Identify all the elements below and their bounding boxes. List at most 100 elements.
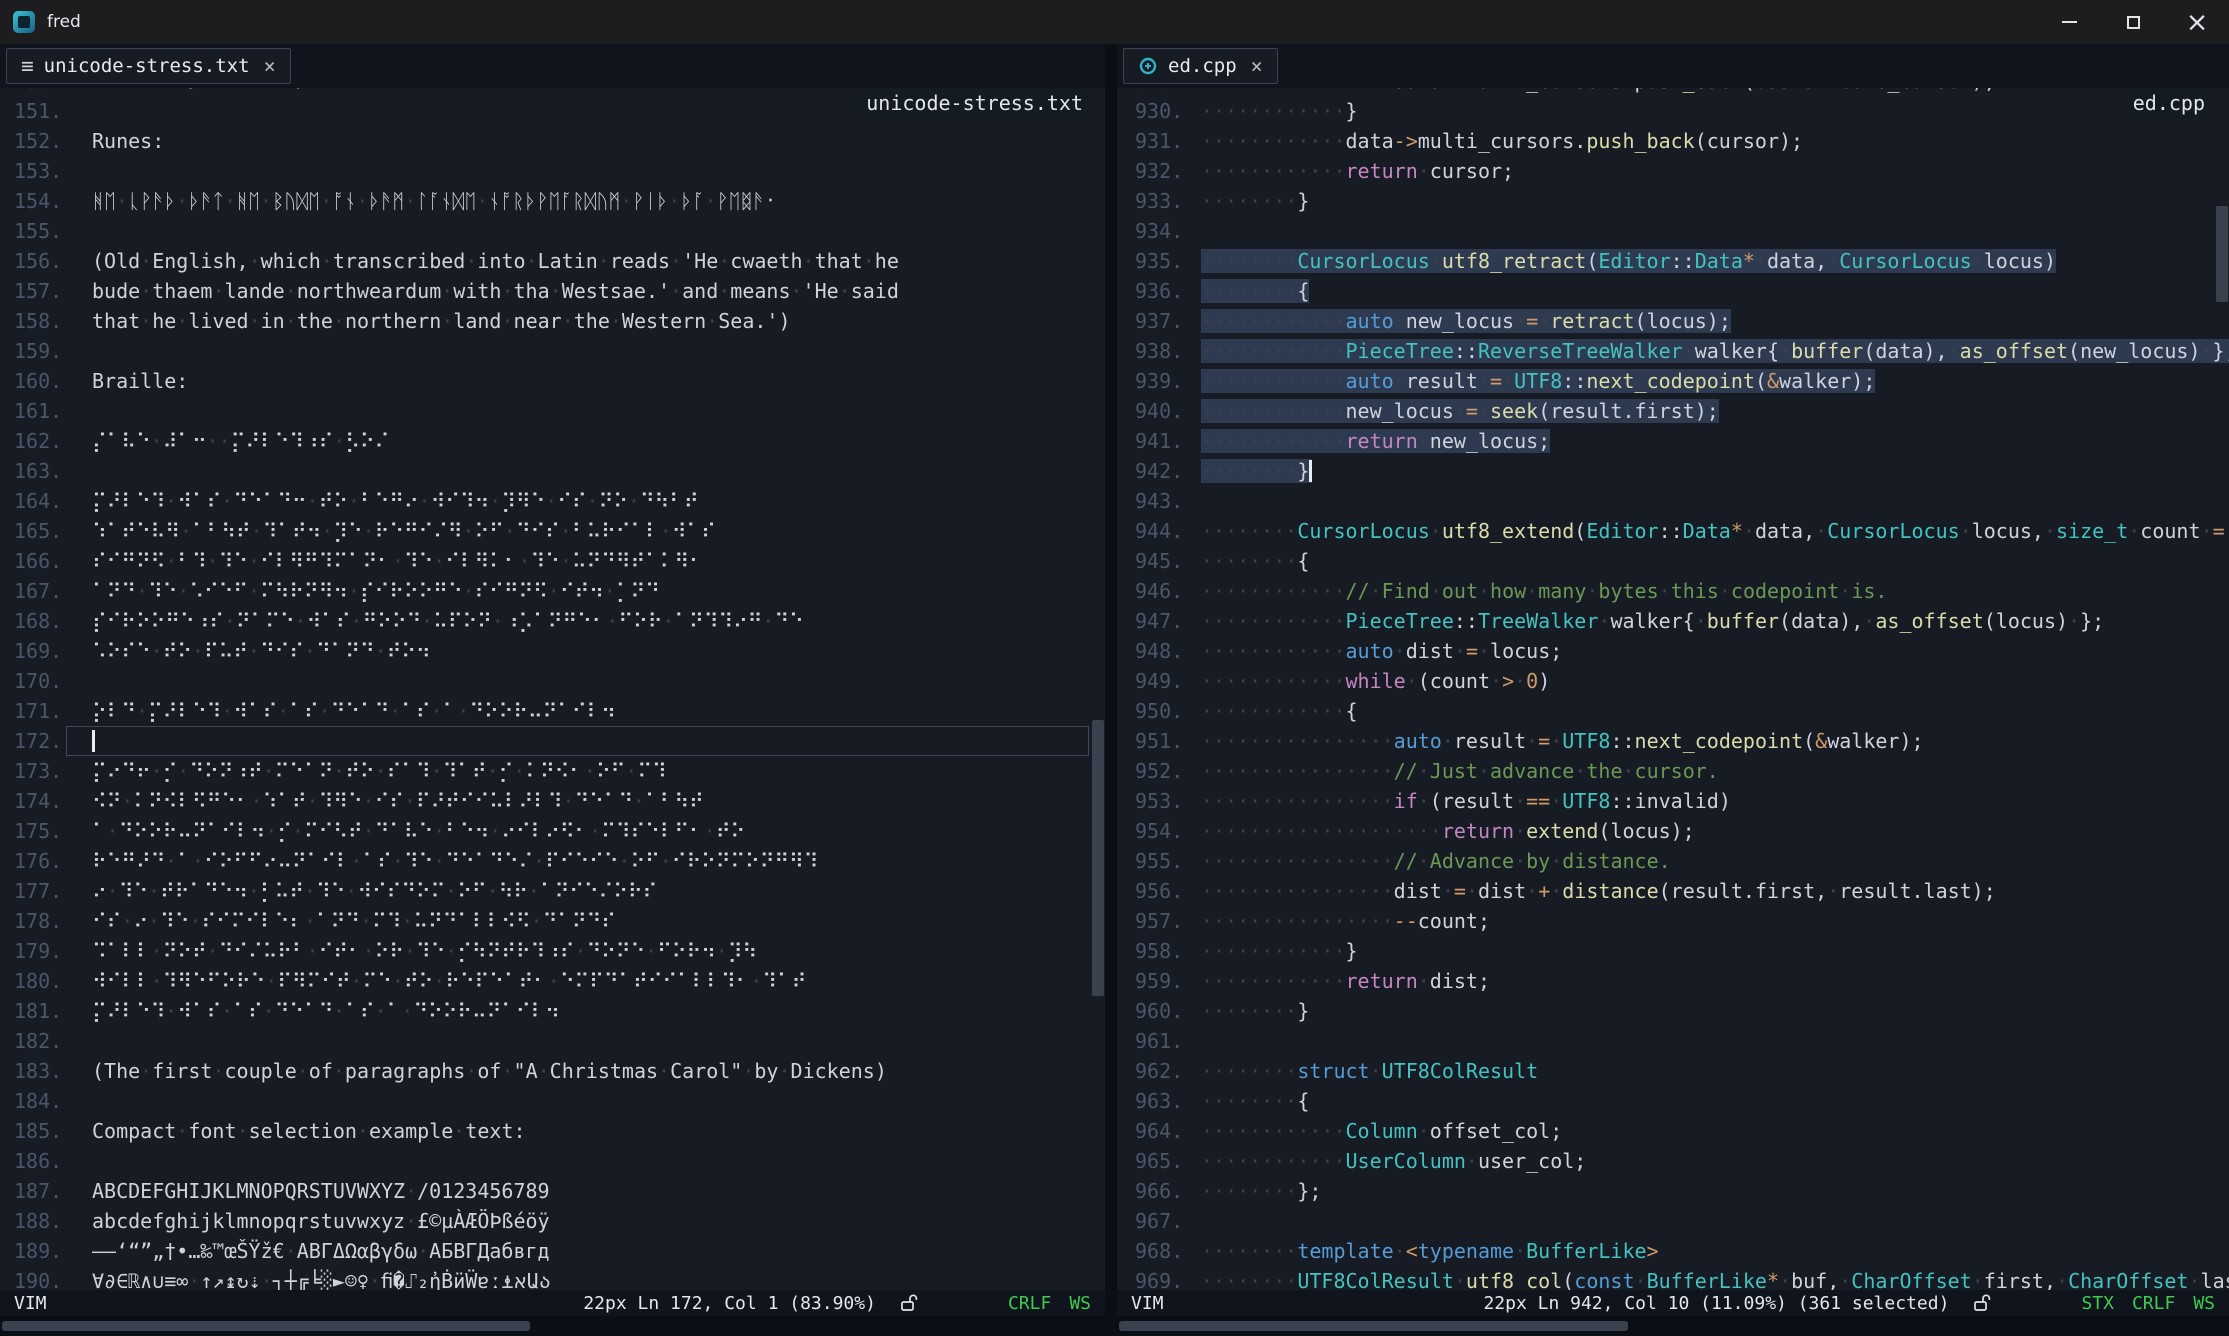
code-line-947[interactable]: 947.············PieceTree::TreeWalker·wa… (1117, 606, 2229, 636)
code-line-934[interactable]: 934. (1117, 216, 2229, 246)
code-line-955[interactable]: 955.················//·Advance·by·distan… (1117, 846, 2229, 876)
tab-ed-cpp[interactable]: ed.cpp × (1123, 48, 1278, 84)
tab-close-button[interactable]: × (1251, 56, 1263, 76)
code-line-173[interactable]: 173.⡍⠔⠙⠖·⡊·⠙⠕⠝⠰⠞·⠍⠑⠁⠝·⠞⠕·⠎⠁⠹·⠹⠁⠞·⡊·⠅⠝⠪⠂·… (0, 756, 1105, 786)
code-line-174[interactable]: 174.⠪⠝·⠅⠝⠪⠇⠫⠛⠑⠂·⠱⠁⠞·⠹⠻⠑·⠊⠎·⠏⠜⠞⠊⠊⠥⠇⠜⠇⠹·⠙⠑… (0, 786, 1105, 816)
code-line-962[interactable]: 962.········struct·UTF8ColResult (1117, 1056, 2229, 1086)
code-line-157[interactable]: 157.bude·thaem·lande·northweardum·with·t… (0, 276, 1105, 306)
code-line-952[interactable]: 952.················//·Just·advance·the·… (1117, 756, 2229, 786)
code-line-159[interactable]: 159. (0, 336, 1105, 366)
code-line-935[interactable]: 935.········CursorLocus·utf8_retract(Edi… (1117, 246, 2229, 276)
code-line-154[interactable]: 154.ᚻᛖ·ᚳᚹᚫᚦ·ᚦᚫᛏ·ᚻᛖ·ᛒᚢᛞᛖ·ᚩᚾ·ᚦᚫᛗ·ᛚᚪᚾᛞᛖ·ᚾᚩᚱ… (0, 186, 1105, 216)
code-line-190[interactable]: 190.∀∂∈ℝ∧∪≡∞·↑↗↨↻⇣·┐┼╔╘░►☺♀·ﬁ�⑀₂ἠḂӥẄɐː⍎א… (0, 1266, 1105, 1290)
unlock-icon[interactable] (900, 1293, 918, 1313)
horizontal-scrollbar[interactable] (1117, 1316, 2229, 1336)
status-flag-crlf[interactable]: CRLF (1008, 1293, 1051, 1314)
code-line-172[interactable]: 172. (0, 726, 1105, 756)
code-line-963[interactable]: 963.········{ (1117, 1086, 2229, 1116)
code-line-936[interactable]: 936.········{ (1117, 276, 2229, 306)
code-line-966[interactable]: 966.········}; (1117, 1176, 2229, 1206)
code-line-180[interactable]: 180.⠺⠊⠇⠇·⠹⠻⠑⠋⠕⠗⠑·⠏⠻⠍⠊⠞·⠍⠑·⠞⠕·⠗⠑⠏⠑⠁⠞⠂·⠑⠍⠏… (0, 966, 1105, 996)
code-line-969[interactable]: 969.········UTF8ColResult·utf8_col(const… (1117, 1266, 2229, 1290)
code-line-161[interactable]: 161. (0, 396, 1105, 426)
code-line-965[interactable]: 965.············UserColumn·user_col; (1117, 1146, 2229, 1176)
code-line-945[interactable]: 945.········{ (1117, 546, 2229, 576)
code-line-181[interactable]: 181.⡍⠜⠇⠑⠹·⠺⠁⠎·⠁⠎·⠙⠑⠁⠙·⠁⠎·⠁·⠙⠕⠕⠗⠤⠝⠁⠊⠇⠲ (0, 996, 1105, 1026)
close-button[interactable]: × (2165, 0, 2229, 44)
code-line-189[interactable]: 189.–—‘“”„†•…‰™œŠŸž€·ΑΒΓΔΩαβγδω·АБВГДабв… (0, 1236, 1105, 1266)
code-line-938[interactable]: 938.············PieceTree::ReverseTreeWa… (1117, 336, 2229, 366)
code-line-152[interactable]: 152.Runes: (0, 126, 1105, 156)
code-line-166[interactable]: 166.⠎⠊⠛⠝⠫·⠃⠹·⠹⠑·⠊⠇⠻⠛⠹⠍⠁⠝⠂·⠹⠑·⠊⠇⠻⠅⠂·⠹⠑·⠥⠝… (0, 546, 1105, 576)
code-line-176[interactable]: 176.⠗⠑⠛⠜⠙·⠁·⠊⠕⠋⠋⠔⠤⠝⠁⠊⠇·⠁⠎·⠹⠑·⠙⠑⠁⠙⠑⠌·⠏⠊⠑⠊… (0, 846, 1105, 876)
code-line-958[interactable]: 958.············} (1117, 936, 2229, 966)
code-line-961[interactable]: 961. (1117, 1026, 2229, 1056)
minimize-button[interactable] (2037, 0, 2101, 44)
code-line-946[interactable]: 946.············//·Find·out·how·many·byt… (1117, 576, 2229, 606)
unlock-icon[interactable] (1973, 1293, 1991, 1313)
code-line-950[interactable]: 950.············{ (1117, 696, 2229, 726)
code-line-186[interactable]: 186. (0, 1146, 1105, 1176)
code-line-967[interactable]: 967. (1117, 1206, 2229, 1236)
horizontal-scrollbar-thumb[interactable] (1119, 1321, 1628, 1331)
horizontal-scrollbar[interactable] (0, 1316, 1105, 1336)
code-line-949[interactable]: 949.············while·(count·>·0) (1117, 666, 2229, 696)
code-line-171[interactable]: 171.⡕⠇⠙·⡍⠜⠇⠑⠹·⠺⠁⠎·⠁⠎·⠙⠑⠁⠙·⠁⠎·⠁·⠙⠕⠕⠗⠤⠝⠁⠊⠇… (0, 696, 1105, 726)
code-line-170[interactable]: 170. (0, 666, 1105, 696)
code-line-165[interactable]: 165.⠱⠁⠞⠑⠧⠻·⠁⠃⠳⠞·⠹⠁⠞⠲·⡹⠑·⠗⠑⠛⠊⠌⠻·⠕⠋·⠙⠊⠎·⠃⠥… (0, 516, 1105, 546)
code-line-179[interactable]: 179.⠩⠁⠇⠇·⠝⠕⠞·⠙⠊⠌⠥⠗⠃·⠊⠞⠂·⠕⠗·⠹⠑·⡊⠳⠝⠞⠗⠹⠰⠎·⠙… (0, 936, 1105, 966)
code-line-953[interactable]: 953.················if·(result·==·UTF8::… (1117, 786, 2229, 816)
code-line-178[interactable]: 178.⠊⠎·⠔·⠹⠑·⠎⠊⠍⠊⠇⠑⠆·⠁⠝⠙·⠍⠹·⠥⠝⠙⠁⠇⠇⠪⠫·⠙⠁⠝⠙… (0, 906, 1105, 936)
code-line-937[interactable]: 937.············auto·new_locus·=·retract… (1117, 306, 2229, 336)
code-line-182[interactable]: 182. (0, 1026, 1105, 1056)
code-line-187[interactable]: 187.ABCDEFGHIJKLMNOPQRSTUVWXYZ·/01234567… (0, 1176, 1105, 1206)
tab-unicode-stress-txt[interactable]: ≡ unicode-stress.txt × (6, 48, 291, 84)
code-line-930[interactable]: 930.············} (1117, 96, 2229, 126)
code-line-951[interactable]: 951.················auto·result·=·UTF8::… (1117, 726, 2229, 756)
tab-close-button[interactable]: × (264, 56, 276, 76)
code-line-943[interactable]: 943. (1117, 486, 2229, 516)
code-line-956[interactable]: 956.················dist·=·dist·+·distan… (1117, 876, 2229, 906)
code-line-957[interactable]: 957.················--count; (1117, 906, 2229, 936)
code-line-162[interactable]: 162.⡌⠁⠧⠑·⠼⠁⠒··⡍⠜⠇⠑⠹⠰⠎·⡣⠕⠌ (0, 426, 1105, 456)
vertical-scrollbar-thumb[interactable] (2216, 206, 2228, 302)
code-line-933[interactable]: 933.········} (1117, 186, 2229, 216)
text-editor-left[interactable]: 150.እግርህን·በፍራሽህ·ልክ·ዘርጋ።151.152.Runes:153… (0, 88, 1105, 1290)
code-line-188[interactable]: 188.abcdefghijklmnopqrstuvwxyz·£©µÀÆÖÞßé… (0, 1206, 1105, 1236)
code-line-175[interactable]: 175.⠁·⠙⠕⠕⠗⠤⠝⠁⠊⠇⠲·⡊·⠍⠊⠣⠞·⠙⠁⠧⠑·⠃⠑⠲·⠔⠊⠇⠔⠫⠂·… (0, 816, 1105, 846)
code-line-941[interactable]: 941.············return·new_locus; (1117, 426, 2229, 456)
status-flag-crlf[interactable]: CRLF (2132, 1293, 2175, 1314)
code-line-954[interactable]: 954.····················return·extend(lo… (1117, 816, 2229, 846)
status-flag-ws[interactable]: WS (2193, 1293, 2215, 1314)
code-line-167[interactable]: 167.⠁⠝⠙·⠹⠑·⠡⠊⠑⠋·⠍⠳⠗⠝⠻⠲·⡎⠊⠗⠕⠕⠛⠑·⠎⠊⠛⠝⠫·⠊⠞⠲… (0, 576, 1105, 606)
code-line-948[interactable]: 948.············auto·dist·=·locus; (1117, 636, 2229, 666)
code-line-163[interactable]: 163. (0, 456, 1105, 486)
maximize-button[interactable] (2101, 0, 2165, 44)
code-line-959[interactable]: 959.············return·dist; (1117, 966, 2229, 996)
code-line-155[interactable]: 155. (0, 216, 1105, 246)
code-line-169[interactable]: 169.⠡⠕⠎⠑·⠞⠕·⠏⠥⠞·⠙⠊⠎·⠙⠁⠝⠙·⠞⠕⠲ (0, 636, 1105, 666)
code-line-153[interactable]: 153. (0, 156, 1105, 186)
code-line-185[interactable]: 185.Compact·font·selection·example·text: (0, 1116, 1105, 1146)
code-line-177[interactable]: 177.⠔·⠹⠑·⠞⠗⠁⠙⠑⠲·⡃⠥⠞·⠹⠑·⠺⠊⠎⠙⠕⠍·⠕⠋·⠳⠗·⠁⠝⠊⠑… (0, 876, 1105, 906)
pane-divider[interactable] (1105, 44, 1117, 1336)
status-flag-ws[interactable]: WS (1069, 1293, 1091, 1314)
code-line-939[interactable]: 939.············auto·result·=·UTF8::next… (1117, 366, 2229, 396)
status-flag-stx[interactable]: STX (2081, 1293, 2114, 1314)
code-line-944[interactable]: 944.········CursorLocus·utf8_extend(Edit… (1117, 516, 2229, 546)
code-line-929[interactable]: 929.················data->multi_cursors.… (1117, 88, 2229, 96)
code-line-158[interactable]: 158.that·he·lived·in·the·northern·land·n… (0, 306, 1105, 336)
code-line-960[interactable]: 960.········} (1117, 996, 2229, 1026)
code-line-942[interactable]: 942.········} (1117, 456, 2229, 486)
code-line-932[interactable]: 932.············return·cursor; (1117, 156, 2229, 186)
code-line-964[interactable]: 964.············Column·offset_col; (1117, 1116, 2229, 1146)
code-line-160[interactable]: 160.Braille: (0, 366, 1105, 396)
code-line-164[interactable]: 164.⡍⠜⠇⠑⠹·⠺⠁⠎·⠙⠑⠁⠙⠒·⠞⠕·⠃⠑⠛⠔·⠺⠊⠹⠲·⡹⠻⠑·⠊⠎·… (0, 486, 1105, 516)
horizontal-scrollbar-thumb[interactable] (2, 1321, 530, 1331)
code-line-968[interactable]: 968.········template·<typename·BufferLik… (1117, 1236, 2229, 1266)
code-line-931[interactable]: 931.············data->multi_cursors.push… (1117, 126, 2229, 156)
code-line-156[interactable]: 156.(Old·English,·which·transcribed·into… (0, 246, 1105, 276)
text-editor-right[interactable]: 929.················data->multi_cursors.… (1117, 88, 2229, 1290)
vertical-scrollbar-thumb[interactable] (1092, 720, 1104, 996)
code-line-940[interactable]: 940.············new_locus·=·seek(result.… (1117, 396, 2229, 426)
